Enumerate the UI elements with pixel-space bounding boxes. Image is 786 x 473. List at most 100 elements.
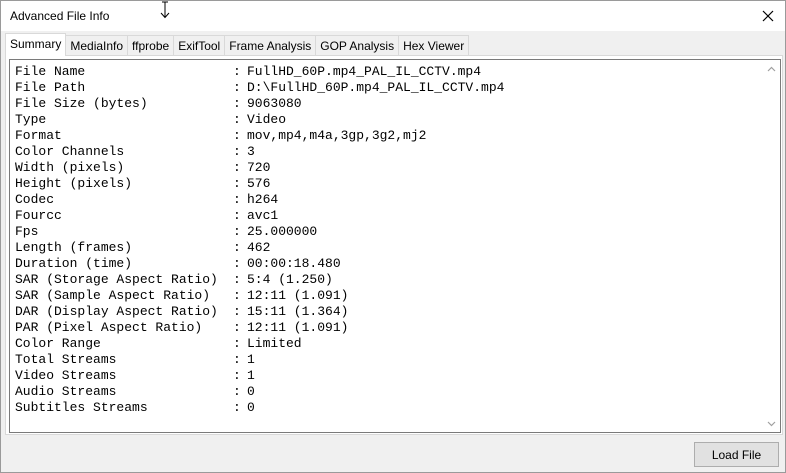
info-separator: : (233, 224, 241, 239)
summary-textbox[interactable]: File Name: FullHD_60P.mp4_PAL_IL_CCTV.mp4… (9, 59, 781, 433)
tab-ffprobe[interactable]: ffprobe (127, 35, 175, 56)
info-separator: : (233, 240, 241, 255)
tab-frame-analysis[interactable]: Frame Analysis (224, 35, 317, 56)
info-value: 9063080 (247, 96, 302, 111)
advanced-file-info-window: Advanced File Info Summary MediaInfo ffpro… (0, 0, 786, 473)
info-value: 576 (247, 176, 271, 191)
info-key: Length (frames) (15, 240, 133, 255)
tab-gop-analysis[interactable]: GOP Analysis (315, 35, 400, 56)
info-value: 0 (247, 400, 255, 415)
window-title: Advanced File Info (10, 9, 110, 23)
info-value: 720 (247, 160, 271, 175)
tab-exiftool[interactable]: ExifTool (173, 35, 226, 56)
info-row: Format: mov,mp4,m4a,3gp,3g2,mj2 (15, 128, 760, 144)
info-separator: : (233, 336, 241, 351)
info-separator: : (233, 192, 241, 207)
info-key: Type (15, 112, 47, 127)
info-row: File Size (bytes):9063080 (15, 96, 760, 112)
info-key: Height (pixels) (15, 176, 133, 191)
info-row: Color Range: Limited (15, 336, 760, 352)
info-key: Color Range (15, 336, 101, 351)
info-value: 462 (247, 240, 271, 255)
info-separator: : (233, 400, 241, 415)
info-row: Total Streams:1 (15, 352, 760, 368)
info-separator: : (233, 304, 241, 319)
info-separator: : (233, 64, 241, 79)
info-row: File Name: FullHD_60P.mp4_PAL_IL_CCTV.mp4 (15, 64, 760, 80)
info-row: PAR (Pixel Aspect Ratio):12:11 (1.091) (15, 320, 760, 336)
info-key: Video Streams (15, 368, 117, 383)
info-separator: : (233, 288, 241, 303)
info-key: File Path (15, 80, 86, 95)
text-cursor-icon (160, 1, 170, 19)
info-separator: : (233, 176, 241, 191)
info-separator: : (233, 368, 241, 383)
info-separator: : (233, 208, 241, 223)
info-row: Video Streams:1 (15, 368, 760, 384)
info-key: Codec (15, 192, 55, 207)
info-row: Fourcc: avc1 (15, 208, 760, 224)
tab-summary[interactable]: Summary (5, 33, 67, 56)
info-row: Duration (time):00:00:18.480 (15, 256, 760, 272)
info-row: Audio Streams:0 (15, 384, 760, 400)
info-key: Total Streams (15, 352, 117, 367)
info-row: SAR (Sample Aspect Ratio):12:11 (1.091) (15, 288, 760, 304)
info-key: Duration (time) (15, 256, 133, 271)
info-separator: : (233, 352, 241, 367)
info-separator: : (233, 112, 241, 127)
info-key: Audio Streams (15, 384, 117, 399)
info-separator: : (233, 80, 241, 95)
scroll-up-button[interactable] (763, 60, 780, 77)
info-row: Color Channels:3 (15, 144, 760, 160)
info-row: Length (frames):462 (15, 240, 760, 256)
info-row: Type: Video (15, 112, 760, 128)
summary-content: File Name: FullHD_60P.mp4_PAL_IL_CCTV.mp4… (15, 64, 760, 416)
info-row: Subtitles Streams:0 (15, 400, 760, 416)
info-key: DAR (Display Aspect Ratio) (15, 304, 218, 319)
info-row: SAR (Storage Aspect Ratio):5:4 (1.250) (15, 272, 760, 288)
info-key: Width (pixels) (15, 160, 125, 175)
info-value: 0 (247, 384, 255, 399)
tab-strip: Summary MediaInfo ffprobe ExifTool Frame Ana… (5, 33, 470, 56)
scroll-down-button[interactable] (763, 415, 780, 432)
info-separator: : (233, 128, 241, 143)
info-value: mov,mp4,m4a,3gp,3g2,mj2 (247, 128, 427, 143)
info-row: Width (pixels):720 (15, 160, 760, 176)
info-key: Fourcc (15, 208, 62, 223)
info-value: avc1 (247, 208, 279, 223)
info-key: Format (15, 128, 62, 143)
info-separator: : (233, 320, 241, 335)
info-key: File Name (15, 64, 86, 79)
info-key: File Size (bytes) (15, 96, 148, 111)
info-key: SAR (Sample Aspect Ratio) (15, 288, 211, 303)
info-separator: : (233, 144, 241, 159)
info-separator: : (233, 96, 241, 111)
chevron-up-icon (767, 66, 776, 71)
info-key: PAR (Pixel Aspect Ratio) (15, 320, 203, 335)
info-value: Video (247, 112, 287, 127)
summary-panel: File Name: FullHD_60P.mp4_PAL_IL_CCTV.mp4… (5, 55, 783, 435)
tab-mediainfo[interactable]: MediaInfo (65, 35, 129, 56)
info-separator: : (233, 272, 241, 287)
info-value: 1 (247, 368, 255, 383)
tab-hex-viewer[interactable]: Hex Viewer (398, 35, 470, 56)
info-row: DAR (Display Aspect Ratio):15:11 (1.364) (15, 304, 760, 320)
info-row: Height (pixels):576 (15, 176, 760, 192)
info-separator: : (233, 384, 241, 399)
close-button[interactable] (751, 1, 785, 31)
info-row: File Path: D:\FullHD_60P.mp4_PAL_IL_CCTV.… (15, 80, 760, 96)
info-row: Fps:25.000000 (15, 224, 760, 240)
info-separator: : (233, 160, 241, 175)
info-row: Codec: h264 (15, 192, 760, 208)
close-icon (762, 10, 774, 22)
info-value: 00:00:18.480 (247, 256, 341, 271)
info-key: Fps (15, 224, 39, 239)
info-value: 25.000000 (247, 224, 318, 239)
info-key: SAR (Storage Aspect Ratio) (15, 272, 218, 287)
vertical-scrollbar[interactable] (763, 60, 780, 432)
info-key: Subtitles Streams (15, 400, 148, 415)
load-file-button[interactable]: Load File (694, 442, 779, 467)
info-value: 12:11 (1.091) (247, 288, 349, 303)
info-value: FullHD_60P.mp4_PAL_IL_CCTV.mp4 (247, 64, 482, 79)
info-value: 5:4 (1.250) (247, 272, 333, 287)
